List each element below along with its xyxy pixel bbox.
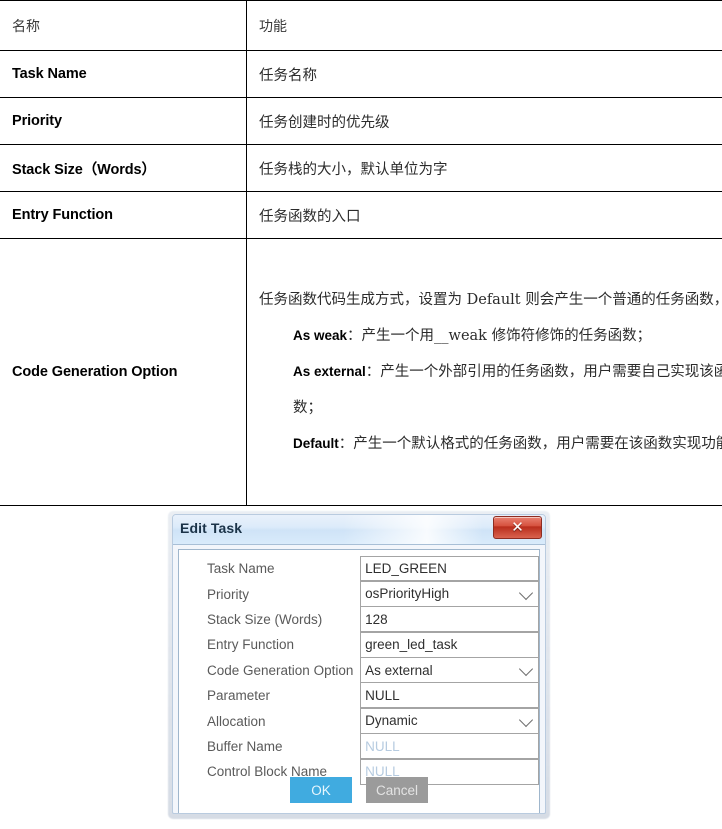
cell-name: Entry Function <box>0 191 247 239</box>
row-name-priority: Priority <box>12 113 62 129</box>
form-row-code-generation-option: Code Generation Option As external <box>179 657 539 683</box>
cell-function: 任务函数的入口 <box>246 191 722 239</box>
table-row: Code Generation Option 任务函数代码生成方式，设置为 De… <box>0 238 722 506</box>
task-name-input[interactable]: LED_GREEN <box>360 555 539 582</box>
header-label-name: 名称 <box>12 18 40 35</box>
cell-function: 任务栈的大小，默认单位为字 <box>246 144 722 192</box>
table-row: Entry Function 任务函数的入口 <box>0 191 722 239</box>
buffer-name-input[interactable]: NULL <box>360 733 539 760</box>
form-row-parameter: Parameter NULL <box>179 682 539 709</box>
dialog-title: Edit Task <box>180 520 243 536</box>
label-code-generation-option: Code Generation Option <box>207 662 354 678</box>
form-row-stack-size: Stack Size (Words) 128 <box>179 606 539 633</box>
chevron-down-icon <box>518 661 534 677</box>
table-row: Priority 任务创建时的优先级 <box>0 97 722 145</box>
row-name-entry-function: Entry Function <box>12 207 113 223</box>
cell-name: Stack Size（Words） <box>0 144 247 192</box>
cgo-item-as-external: As external：产生一个外部引用的任务函数，用户需要自己实现该函数； <box>259 354 722 426</box>
form-row-task-name: Task Name LED_GREEN <box>179 555 539 582</box>
form-row-buffer-name: Buffer Name NULL <box>179 733 539 760</box>
code-generation-option-description: 任务函数代码生成方式，设置为 Default 则会产生一个普通的任务函数， As… <box>259 278 722 466</box>
cell-name: Priority <box>0 97 247 145</box>
table-row: Task Name 任务名称 <box>0 50 722 98</box>
code-generation-option-value: As external <box>365 662 433 678</box>
allocation-value: Dynamic <box>365 713 418 729</box>
label-task-name: Task Name <box>207 561 275 577</box>
stack-size-value: 128 <box>365 611 388 627</box>
cell-name: Code Generation Option <box>0 238 247 506</box>
buffer-name-value: NULL <box>365 738 400 754</box>
priority-value: osPriorityHigh <box>365 586 450 602</box>
task-name-value: LED_GREEN <box>365 560 447 576</box>
entry-function-input[interactable]: green_led_task <box>360 631 539 658</box>
feature-description-table: 名称 功能 Task Name 任务名称 Priority 任务创建时的优先级 <box>0 0 722 506</box>
edit-task-dialog: Edit Task ✕ Task Name LED_GREEN Priority… <box>172 514 546 814</box>
cgo-term-default: Default <box>293 436 339 451</box>
stack-size-input[interactable]: 128 <box>360 606 539 633</box>
entry-function-value: green_led_task <box>365 637 458 653</box>
task-form: Task Name LED_GREEN Priority osPriorityH… <box>179 555 539 785</box>
cancel-button[interactable]: Cancel <box>366 777 428 803</box>
chevron-down-icon <box>518 585 534 600</box>
dialog-title-bar[interactable]: Edit Task ✕ <box>173 515 545 545</box>
cgo-intro: 任务函数代码生成方式，设置为 Default 则会产生一个普通的任务函数， <box>259 292 722 308</box>
cgo-desc-default: ：产生一个默认格式的任务函数，用户需要在该函数实现功能。 <box>338 436 722 452</box>
header-cell-function: 功能 <box>246 0 722 51</box>
allocation-select[interactable]: Dynamic <box>360 707 539 734</box>
row-function-task-name: 任务名称 <box>259 67 317 84</box>
cell-function: 任务名称 <box>246 50 722 98</box>
row-name-stack-size: Stack Size（Words） <box>12 161 156 178</box>
label-parameter: Parameter <box>207 688 271 704</box>
header-label-function: 功能 <box>259 18 287 35</box>
cgo-term-as-external: As external <box>293 364 366 379</box>
dialog-body: Task Name LED_GREEN Priority osPriorityH… <box>178 549 540 813</box>
table-body: 名称 功能 Task Name 任务名称 Priority 任务创建时的优先级 <box>0 0 722 506</box>
ok-button[interactable]: OK <box>290 777 352 803</box>
code-generation-option-select[interactable]: As external <box>360 657 539 683</box>
form-row-allocation: Allocation Dynamic <box>179 707 539 734</box>
cgo-term-as-weak: As weak <box>293 328 348 343</box>
cell-name: Task Name <box>0 50 247 98</box>
chevron-down-icon <box>518 712 534 727</box>
cgo-desc-as-weak: ：产生一个用__weak 修饰符修饰的任务函数； <box>347 328 652 344</box>
dialog-button-row: OK Cancel <box>179 777 539 803</box>
label-allocation: Allocation <box>207 713 266 729</box>
form-row-priority: Priority osPriorityHigh <box>179 580 539 607</box>
row-function-entry-function: 任务函数的入口 <box>259 208 361 225</box>
form-row-entry-function: Entry Function green_led_task <box>179 631 539 658</box>
row-function-priority: 任务创建时的优先级 <box>259 114 390 131</box>
parameter-input[interactable]: NULL <box>360 682 539 709</box>
cell-function: 任务函数代码生成方式，设置为 Default 则会产生一个普通的任务函数， As… <box>246 238 722 506</box>
table-row: Stack Size（Words） 任务栈的大小，默认单位为字 <box>0 144 722 192</box>
priority-select[interactable]: osPriorityHigh <box>360 580 539 607</box>
label-stack-size: Stack Size (Words) <box>207 611 323 627</box>
cgo-item-as-weak: As weak：产生一个用__weak 修饰符修饰的任务函数； <box>259 318 722 354</box>
label-entry-function: Entry Function <box>207 637 295 653</box>
cgo-item-default: Default：产生一个默认格式的任务函数，用户需要在该函数实现功能。 <box>259 426 722 462</box>
row-function-stack-size: 任务栈的大小，默认单位为字 <box>259 161 448 178</box>
row-name-task-name: Task Name <box>12 66 87 82</box>
cell-function: 任务创建时的优先级 <box>246 97 722 145</box>
label-buffer-name: Buffer Name <box>207 738 283 754</box>
close-button[interactable]: ✕ <box>493 516 542 539</box>
header-cell-name: 名称 <box>0 0 247 51</box>
title-bar-sheen <box>343 515 483 544</box>
parameter-value: NULL <box>365 687 400 703</box>
table-header-row: 名称 功能 <box>0 0 722 51</box>
label-priority: Priority <box>207 586 250 602</box>
close-icon: ✕ <box>511 519 524 536</box>
row-name-code-generation-option: Code Generation Option <box>12 364 178 380</box>
